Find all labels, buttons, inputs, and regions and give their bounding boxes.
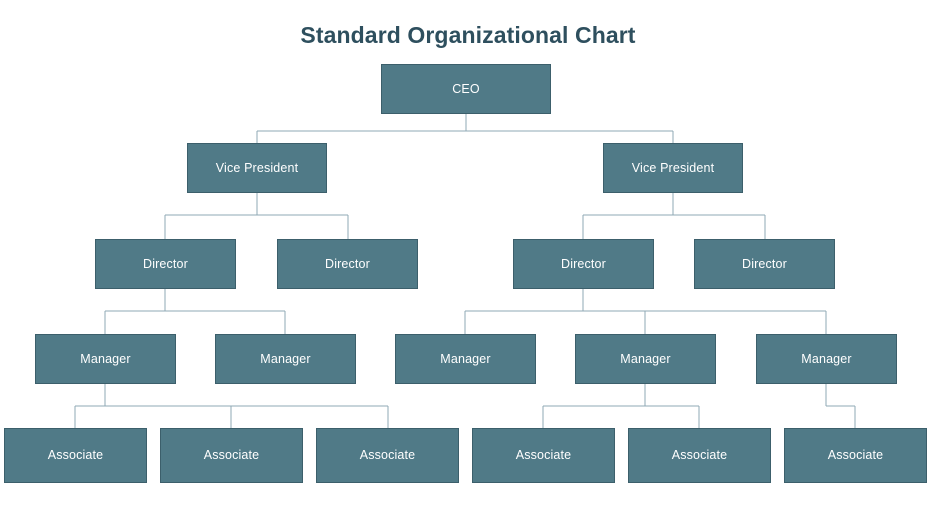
node-manager-2-label: Manager bbox=[260, 351, 311, 366]
node-director-2[interactable]: Director bbox=[277, 239, 418, 289]
node-manager-4-label: Manager bbox=[620, 351, 671, 366]
node-vice-president-2[interactable]: Vice President bbox=[603, 143, 743, 193]
node-manager-2[interactable]: Manager bbox=[215, 334, 356, 384]
node-director-2-label: Director bbox=[325, 256, 370, 271]
node-vice-president-2-label: Vice President bbox=[631, 160, 715, 175]
node-manager-4[interactable]: Manager bbox=[575, 334, 716, 384]
org-chart-canvas: Standard Organizational Chart CEO Vice P… bbox=[0, 0, 936, 514]
node-associate-2[interactable]: Associate bbox=[160, 428, 303, 483]
node-manager-5-label: Manager bbox=[801, 351, 852, 366]
node-associate-6[interactable]: Associate bbox=[784, 428, 927, 483]
node-associate-3[interactable]: Associate bbox=[316, 428, 459, 483]
node-director-1-label: Director bbox=[143, 256, 188, 271]
node-ceo[interactable]: CEO bbox=[381, 64, 551, 114]
node-director-4-label: Director bbox=[742, 256, 787, 271]
node-manager-3[interactable]: Manager bbox=[395, 334, 536, 384]
node-manager-1-label: Manager bbox=[80, 351, 131, 366]
node-director-1[interactable]: Director bbox=[95, 239, 236, 289]
node-ceo-label: CEO bbox=[452, 81, 480, 96]
node-manager-3-label: Manager bbox=[440, 351, 491, 366]
node-director-3-label: Director bbox=[561, 256, 606, 271]
node-associate-6-label: Associate bbox=[827, 448, 884, 462]
node-manager-1[interactable]: Manager bbox=[35, 334, 176, 384]
node-manager-5[interactable]: Manager bbox=[756, 334, 897, 384]
node-director-4[interactable]: Director bbox=[694, 239, 835, 289]
node-associate-1[interactable]: Associate bbox=[4, 428, 147, 483]
node-vice-president-1[interactable]: Vice President bbox=[187, 143, 327, 193]
node-associate-2-label: Associate bbox=[203, 448, 260, 462]
node-associate-5[interactable]: Associate bbox=[628, 428, 771, 483]
node-associate-4-label: Associate bbox=[515, 448, 572, 462]
node-associate-5-label: Associate bbox=[671, 448, 728, 462]
node-associate-4[interactable]: Associate bbox=[472, 428, 615, 483]
node-associate-1-label: Associate bbox=[47, 448, 104, 462]
node-director-3[interactable]: Director bbox=[513, 239, 654, 289]
node-vice-president-1-label: Vice President bbox=[215, 160, 299, 175]
node-associate-3-label: Associate bbox=[359, 448, 416, 462]
